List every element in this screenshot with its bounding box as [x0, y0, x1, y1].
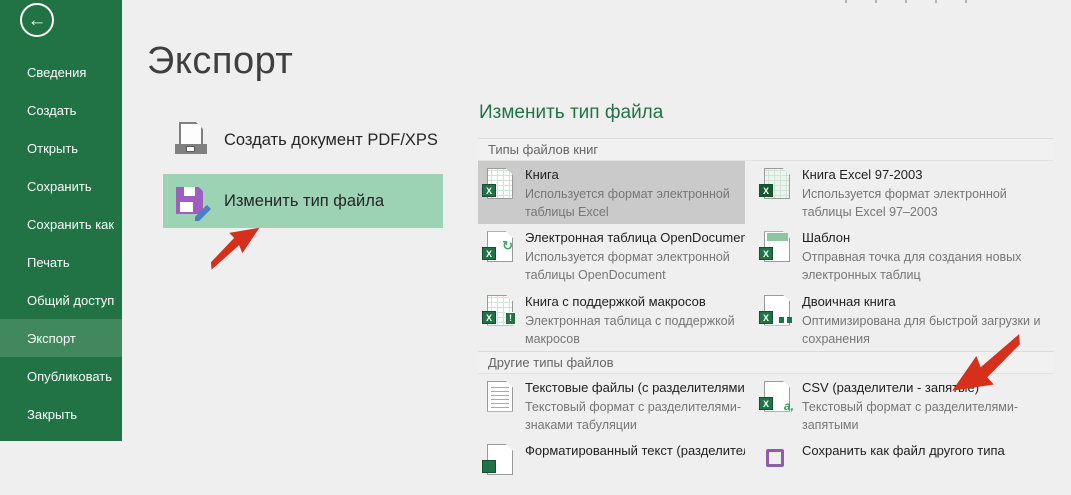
sidebar-item-open[interactable]: Открыть [0, 129, 122, 167]
csv-icon [764, 381, 790, 412]
option-create-pdf-xps[interactable]: Создать документ PDF/XPS [163, 112, 443, 168]
sidebar-item-info[interactable]: Сведения [0, 53, 122, 91]
file-type-description: Используется формат электронной таблицы … [525, 185, 745, 221]
sidebar-item-label: Опубликовать [27, 369, 112, 384]
file-type-title: Форматированный текст (разделитель... [525, 443, 745, 458]
file-type-title: Электронная таблица OpenDocument [525, 230, 745, 245]
text-file-icon [487, 381, 513, 412]
back-arrow-icon: ← [28, 11, 47, 30]
file-type-title: CSV (разделители - запятые) [802, 380, 1053, 395]
opendocument-icon [487, 231, 513, 262]
sidebar-item-label: Печать [27, 255, 70, 270]
titlebar-clipped-text [845, 0, 985, 3]
file-type-description: Используется формат электронной таблицы … [525, 248, 745, 284]
backstage-sidebar: ← Сведения Создать Открыть Сохранить Сох… [0, 0, 122, 441]
page-title: Экспорт [147, 40, 293, 83]
sidebar-item-label: Закрыть [27, 407, 77, 422]
pdf-xps-icon [176, 122, 208, 158]
sidebar-item-label: Экспорт [27, 331, 76, 346]
sidebar-item-save-as[interactable]: Сохранить как [0, 205, 122, 243]
file-type-formatted-text-space-delimited[interactable]: Форматированный текст (разделитель... [478, 437, 745, 495]
file-type-title: Сохранить как файл другого типа [802, 443, 1005, 458]
option-label: Создать документ PDF/XPS [224, 131, 438, 150]
file-type-title: Книга с поддержкой макросов [525, 294, 745, 309]
template-icon [764, 231, 790, 262]
sidebar-item-print[interactable]: Печать [0, 243, 122, 281]
file-type-title: Текстовые файлы (с разделителями та... [525, 380, 745, 395]
panel-title: Изменить тип файла [479, 102, 1053, 124]
file-type-grid: Книга Используется формат электронной та… [478, 161, 1053, 351]
option-label: Изменить тип файла [224, 192, 384, 211]
file-type-binary-workbook[interactable]: Двоичная книга Оптимизирована для быстро… [755, 288, 1053, 351]
excel-workbook-icon [487, 168, 513, 199]
file-type-csv-comma-delimited[interactable]: CSV (разделители - запятые) Текстовый фо… [755, 374, 1053, 437]
file-type-description: Отправная точка для создания новых элект… [802, 248, 1053, 284]
file-type-title: Книга [525, 167, 745, 182]
change-file-type-panel: Изменить тип файла Типы файлов книг Книг… [478, 100, 1053, 495]
sidebar-item-create[interactable]: Создать [0, 91, 122, 129]
file-type-description: Электронная таблица с поддержкой макросо… [525, 312, 745, 348]
file-type-title: Шаблон [802, 230, 1053, 245]
sidebar-item-label: Сохранить как [27, 217, 114, 232]
macro-icon [487, 295, 513, 326]
file-type-description: Используется формат электронной таблицы … [802, 185, 1053, 221]
file-type-description: Текстовый формат с разделителями-знаками… [525, 398, 745, 434]
export-options: Создать документ PDF/XPS Изменить тип фа… [163, 112, 443, 228]
section-header-label: Типы файлов книг [488, 142, 598, 157]
file-type-save-as-other-type[interactable]: Сохранить как файл другого типа [755, 437, 1053, 495]
sidebar-item-label: Создать [27, 103, 76, 118]
file-type-excel-97-2003[interactable]: Книга Excel 97-2003 Используется формат … [755, 161, 1053, 224]
file-type-list: Типы файлов книг Книга Используется форм… [478, 138, 1053, 495]
sidebar-item-label: Сведения [27, 65, 86, 80]
file-type-macro-enabled-workbook[interactable]: Книга с поддержкой макросов Электронная … [478, 288, 745, 351]
file-type-description: Текстовый формат с разделителями-запятым… [802, 398, 1053, 434]
section-header: Типы файлов книг [478, 138, 1053, 161]
other-type-icon [764, 444, 790, 475]
sidebar-item-label: Открыть [27, 141, 78, 156]
formatted-text-icon [487, 444, 513, 475]
file-type-description: Оптимизирована для быстрой загрузки и со… [802, 312, 1053, 348]
file-type-section: Другие типы файлов Текстовые файлы (с ра… [478, 351, 1053, 495]
excel-97-2003-icon [764, 168, 790, 199]
sidebar-item-publish[interactable]: Опубликовать [0, 357, 122, 395]
file-type-workbook[interactable]: Книга Используется формат электронной та… [478, 161, 745, 224]
sidebar-item-save[interactable]: Сохранить [0, 167, 122, 205]
sidebar-item-share[interactable]: Общий доступ [0, 281, 122, 319]
sidebar-item-label: Общий доступ [27, 293, 114, 308]
file-type-text-tab-delimited[interactable]: Текстовые файлы (с разделителями та... Т… [478, 374, 745, 437]
sidebar-nav: Сведения Создать Открыть Сохранить Сохра… [0, 53, 122, 433]
binary-icon [764, 295, 790, 326]
section-header-label: Другие типы файлов [488, 355, 614, 370]
sidebar-item-label: Сохранить [27, 179, 92, 194]
file-type-title: Двоичная книга [802, 294, 1053, 309]
file-type-template[interactable]: Шаблон Отправная точка для создания новы… [755, 224, 1053, 287]
section-header: Другие типы файлов [478, 351, 1053, 374]
floppy-pencil-icon [176, 183, 208, 219]
file-type-opendocument-spreadsheet[interactable]: Электронная таблица OpenDocument Использ… [478, 224, 745, 287]
sidebar-item-close[interactable]: Закрыть [0, 395, 122, 433]
sidebar-item-export[interactable]: Экспорт [0, 319, 122, 357]
option-change-file-type[interactable]: Изменить тип файла [163, 174, 443, 228]
file-type-grid: Текстовые файлы (с разделителями та... Т… [478, 374, 1053, 495]
file-type-title: Книга Excel 97-2003 [802, 167, 1053, 182]
file-type-section: Типы файлов книг Книга Используется форм… [478, 138, 1053, 351]
back-button[interactable]: ← [20, 3, 54, 37]
